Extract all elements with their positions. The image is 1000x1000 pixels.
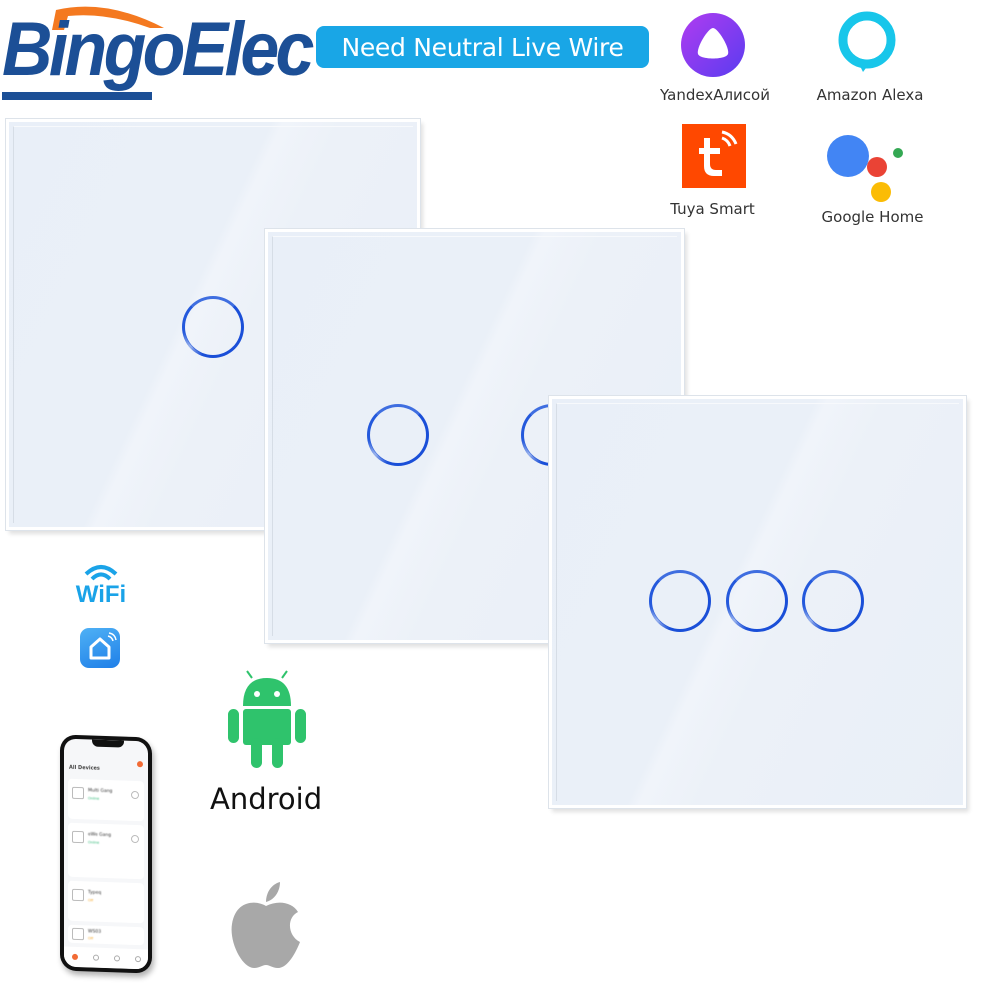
device-name: Multi Gang [88, 788, 113, 795]
nav-me-icon[interactable] [134, 955, 141, 963]
device-name: Typeq [88, 890, 102, 896]
logo-underline-icon [2, 92, 152, 100]
touch-button[interactable] [726, 570, 788, 632]
platform-label: YandexАлисой [660, 86, 770, 104]
device-card[interactable]: Multi Gang Online [68, 778, 144, 822]
notification-dot [137, 761, 143, 768]
phone-screen: All Devices Multi Gang Online eWe Gang O… [64, 738, 148, 970]
touch-button[interactable] [367, 404, 429, 466]
device-settings-icon[interactable] [131, 790, 139, 800]
platform-label: Amazon Alexa [816, 86, 924, 104]
nav-smart-icon[interactable] [113, 955, 120, 962]
device-thumb [72, 888, 84, 902]
amazon-alexa-icon [838, 11, 896, 72]
platform-label: Google Home [821, 208, 924, 226]
android-label: Android [210, 782, 323, 816]
platform-alexa: Amazon Alexa [810, 10, 930, 104]
platform-label: Tuya Smart [670, 200, 755, 218]
device-card[interactable]: Typeq Off [68, 880, 144, 924]
nav-scene-icon[interactable] [92, 954, 99, 961]
device-status: Off [88, 936, 94, 941]
apple-icon [231, 882, 300, 968]
tuya-smart-icon [682, 124, 746, 188]
device-settings-icon[interactable] [131, 834, 139, 844]
touch-button[interactable] [182, 296, 244, 358]
phone-mockup: All Devices Multi Gang Online eWe Gang O… [60, 734, 152, 974]
neutral-wire-badge: Need Neutral Live Wire [316, 26, 649, 68]
platform-yandex: YandexАлисой [650, 12, 780, 104]
device-card[interactable]: eWe Gang Online [68, 822, 144, 880]
touch-button[interactable] [802, 570, 864, 632]
device-name: WS03 [88, 929, 102, 935]
nav-home-icon[interactable] [71, 953, 78, 961]
touch-button[interactable] [649, 570, 711, 632]
device-thumb [72, 786, 84, 800]
brand-name: BingoElec [2, 7, 314, 92]
wifi-label: WiFi [76, 581, 126, 604]
phone-notch [92, 739, 124, 748]
bingoelec-logo: BingoElec [2, 4, 314, 104]
device-status: Online [88, 840, 100, 845]
android-icon [228, 670, 306, 768]
device-thumb [72, 830, 84, 844]
phone-bottom-nav [64, 946, 148, 970]
wifi-icon: WiFi [76, 565, 126, 604]
yandex-alice-icon [681, 13, 745, 77]
device-status: Online [88, 796, 100, 801]
device-name: eWe Gang [88, 832, 112, 839]
device-status: Off [88, 898, 94, 903]
phone-header: All Devices [69, 764, 100, 772]
device-thumb [72, 927, 84, 941]
smart-life-icon [80, 628, 120, 668]
platform-google: Google Home [810, 134, 935, 226]
switch-panel-3-gang [549, 396, 966, 808]
platform-tuya: Tuya Smart [650, 124, 775, 218]
device-card[interactable]: WS03 Off [68, 924, 144, 946]
google-assistant-icon [827, 135, 903, 202]
